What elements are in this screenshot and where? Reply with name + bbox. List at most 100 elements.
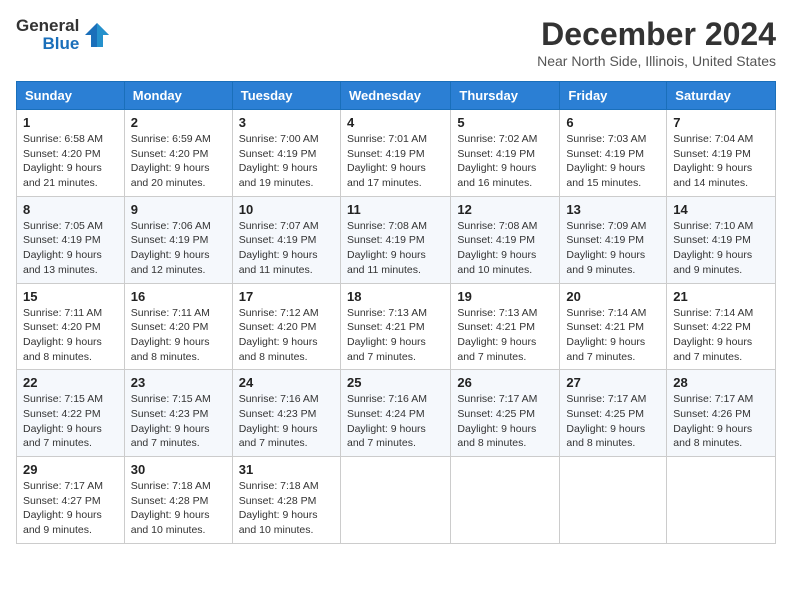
calendar-cell: 20 Sunrise: 7:14 AM Sunset: 4:21 PM Dayl… — [560, 283, 667, 370]
calendar-cell: 19 Sunrise: 7:13 AM Sunset: 4:21 PM Dayl… — [451, 283, 560, 370]
calendar-cell: 14 Sunrise: 7:10 AM Sunset: 4:19 PM Dayl… — [667, 196, 776, 283]
day-info: Sunrise: 7:13 AM Sunset: 4:21 PM Dayligh… — [347, 306, 444, 365]
calendar-cell: 10 Sunrise: 7:07 AM Sunset: 4:19 PM Dayl… — [232, 196, 340, 283]
day-number: 3 — [239, 115, 334, 130]
calendar-cell: 2 Sunrise: 6:59 AM Sunset: 4:20 PM Dayli… — [124, 110, 232, 197]
day-number: 7 — [673, 115, 769, 130]
day-number: 14 — [673, 202, 769, 217]
day-number: 4 — [347, 115, 444, 130]
calendar-cell: 18 Sunrise: 7:13 AM Sunset: 4:21 PM Dayl… — [340, 283, 450, 370]
day-number: 17 — [239, 289, 334, 304]
column-header-wednesday: Wednesday — [340, 82, 450, 110]
day-info: Sunrise: 7:07 AM Sunset: 4:19 PM Dayligh… — [239, 219, 334, 278]
title-area: December 2024 Near North Side, Illinois,… — [537, 16, 776, 69]
day-info: Sunrise: 7:16 AM Sunset: 4:24 PM Dayligh… — [347, 392, 444, 451]
calendar-cell: 23 Sunrise: 7:15 AM Sunset: 4:23 PM Dayl… — [124, 370, 232, 457]
calendar-table: SundayMondayTuesdayWednesdayThursdayFrid… — [16, 81, 776, 544]
day-number: 2 — [131, 115, 226, 130]
calendar-cell: 4 Sunrise: 7:01 AM Sunset: 4:19 PM Dayli… — [340, 110, 450, 197]
calendar-body: 1 Sunrise: 6:58 AM Sunset: 4:20 PM Dayli… — [17, 110, 776, 544]
day-number: 10 — [239, 202, 334, 217]
calendar-week-3: 15 Sunrise: 7:11 AM Sunset: 4:20 PM Dayl… — [17, 283, 776, 370]
column-header-thursday: Thursday — [451, 82, 560, 110]
day-info: Sunrise: 7:18 AM Sunset: 4:28 PM Dayligh… — [239, 479, 334, 538]
day-number: 11 — [347, 202, 444, 217]
day-number: 18 — [347, 289, 444, 304]
day-number: 27 — [566, 375, 660, 390]
day-info: Sunrise: 7:08 AM Sunset: 4:19 PM Dayligh… — [347, 219, 444, 278]
day-number: 30 — [131, 462, 226, 477]
day-number: 24 — [239, 375, 334, 390]
calendar-cell: 26 Sunrise: 7:17 AM Sunset: 4:25 PM Dayl… — [451, 370, 560, 457]
calendar-cell: 24 Sunrise: 7:16 AM Sunset: 4:23 PM Dayl… — [232, 370, 340, 457]
day-info: Sunrise: 7:11 AM Sunset: 4:20 PM Dayligh… — [131, 306, 226, 365]
calendar-cell — [451, 457, 560, 544]
day-info: Sunrise: 7:17 AM Sunset: 4:25 PM Dayligh… — [566, 392, 660, 451]
day-number: 12 — [457, 202, 553, 217]
calendar-cell: 7 Sunrise: 7:04 AM Sunset: 4:19 PM Dayli… — [667, 110, 776, 197]
day-info: Sunrise: 6:58 AM Sunset: 4:20 PM Dayligh… — [23, 132, 118, 191]
calendar-cell: 8 Sunrise: 7:05 AM Sunset: 4:19 PM Dayli… — [17, 196, 125, 283]
calendar-cell: 13 Sunrise: 7:09 AM Sunset: 4:19 PM Dayl… — [560, 196, 667, 283]
column-header-sunday: Sunday — [17, 82, 125, 110]
calendar-week-4: 22 Sunrise: 7:15 AM Sunset: 4:22 PM Dayl… — [17, 370, 776, 457]
logo-general: General — [16, 16, 79, 36]
calendar-cell: 15 Sunrise: 7:11 AM Sunset: 4:20 PM Dayl… — [17, 283, 125, 370]
day-info: Sunrise: 7:09 AM Sunset: 4:19 PM Dayligh… — [566, 219, 660, 278]
logo: General Blue — [16, 16, 111, 54]
logo-blue: Blue — [42, 34, 79, 54]
calendar-cell: 30 Sunrise: 7:18 AM Sunset: 4:28 PM Dayl… — [124, 457, 232, 544]
day-number: 13 — [566, 202, 660, 217]
day-info: Sunrise: 7:17 AM Sunset: 4:27 PM Dayligh… — [23, 479, 118, 538]
logo-icon — [83, 21, 111, 49]
calendar-week-1: 1 Sunrise: 6:58 AM Sunset: 4:20 PM Dayli… — [17, 110, 776, 197]
day-number: 22 — [23, 375, 118, 390]
day-info: Sunrise: 7:02 AM Sunset: 4:19 PM Dayligh… — [457, 132, 553, 191]
calendar-cell: 29 Sunrise: 7:17 AM Sunset: 4:27 PM Dayl… — [17, 457, 125, 544]
day-number: 6 — [566, 115, 660, 130]
day-number: 5 — [457, 115, 553, 130]
month-title: December 2024 — [537, 16, 776, 53]
day-info: Sunrise: 7:15 AM Sunset: 4:22 PM Dayligh… — [23, 392, 118, 451]
day-info: Sunrise: 7:13 AM Sunset: 4:21 PM Dayligh… — [457, 306, 553, 365]
day-info: Sunrise: 7:11 AM Sunset: 4:20 PM Dayligh… — [23, 306, 118, 365]
calendar-cell: 11 Sunrise: 7:08 AM Sunset: 4:19 PM Dayl… — [340, 196, 450, 283]
day-number: 28 — [673, 375, 769, 390]
day-number: 23 — [131, 375, 226, 390]
calendar-cell: 25 Sunrise: 7:16 AM Sunset: 4:24 PM Dayl… — [340, 370, 450, 457]
day-info: Sunrise: 7:12 AM Sunset: 4:20 PM Dayligh… — [239, 306, 334, 365]
day-number: 21 — [673, 289, 769, 304]
day-info: Sunrise: 7:18 AM Sunset: 4:28 PM Dayligh… — [131, 479, 226, 538]
column-header-friday: Friday — [560, 82, 667, 110]
day-info: Sunrise: 7:15 AM Sunset: 4:23 PM Dayligh… — [131, 392, 226, 451]
column-header-monday: Monday — [124, 82, 232, 110]
day-info: Sunrise: 6:59 AM Sunset: 4:20 PM Dayligh… — [131, 132, 226, 191]
day-info: Sunrise: 7:08 AM Sunset: 4:19 PM Dayligh… — [457, 219, 553, 278]
calendar-header-row: SundayMondayTuesdayWednesdayThursdayFrid… — [17, 82, 776, 110]
day-info: Sunrise: 7:17 AM Sunset: 4:25 PM Dayligh… — [457, 392, 553, 451]
calendar-cell: 6 Sunrise: 7:03 AM Sunset: 4:19 PM Dayli… — [560, 110, 667, 197]
day-number: 29 — [23, 462, 118, 477]
calendar-week-2: 8 Sunrise: 7:05 AM Sunset: 4:19 PM Dayli… — [17, 196, 776, 283]
day-number: 20 — [566, 289, 660, 304]
day-number: 25 — [347, 375, 444, 390]
day-number: 8 — [23, 202, 118, 217]
column-header-saturday: Saturday — [667, 82, 776, 110]
calendar-cell: 21 Sunrise: 7:14 AM Sunset: 4:22 PM Dayl… — [667, 283, 776, 370]
day-info: Sunrise: 7:06 AM Sunset: 4:19 PM Dayligh… — [131, 219, 226, 278]
day-info: Sunrise: 7:01 AM Sunset: 4:19 PM Dayligh… — [347, 132, 444, 191]
day-number: 16 — [131, 289, 226, 304]
calendar-cell: 9 Sunrise: 7:06 AM Sunset: 4:19 PM Dayli… — [124, 196, 232, 283]
calendar-cell — [340, 457, 450, 544]
calendar-cell: 12 Sunrise: 7:08 AM Sunset: 4:19 PM Dayl… — [451, 196, 560, 283]
column-header-tuesday: Tuesday — [232, 82, 340, 110]
calendar-cell: 16 Sunrise: 7:11 AM Sunset: 4:20 PM Dayl… — [124, 283, 232, 370]
calendar-cell: 1 Sunrise: 6:58 AM Sunset: 4:20 PM Dayli… — [17, 110, 125, 197]
day-number: 26 — [457, 375, 553, 390]
day-info: Sunrise: 7:05 AM Sunset: 4:19 PM Dayligh… — [23, 219, 118, 278]
calendar-cell: 22 Sunrise: 7:15 AM Sunset: 4:22 PM Dayl… — [17, 370, 125, 457]
day-info: Sunrise: 7:17 AM Sunset: 4:26 PM Dayligh… — [673, 392, 769, 451]
day-number: 9 — [131, 202, 226, 217]
day-number: 1 — [23, 115, 118, 130]
day-number: 19 — [457, 289, 553, 304]
